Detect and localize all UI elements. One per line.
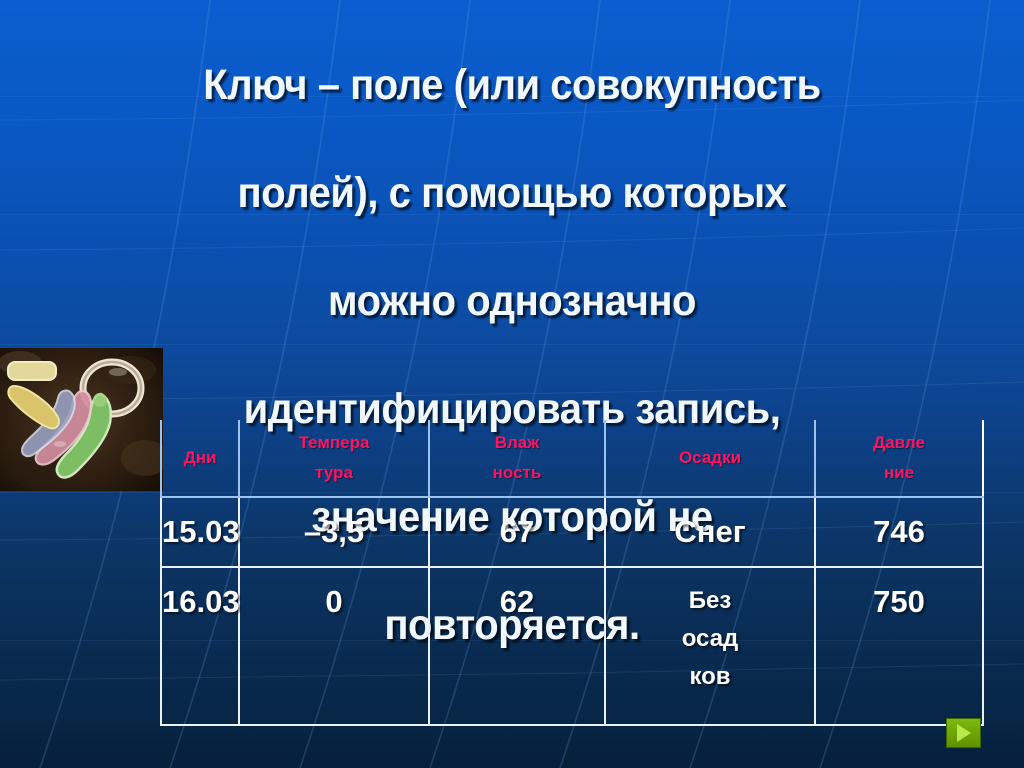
table-header-pressure-line1: Давле bbox=[873, 433, 925, 452]
play-triangle-icon bbox=[956, 724, 971, 742]
table-header-pressure-line2: ние bbox=[883, 463, 915, 482]
cell-precipitation-2-line3: ков bbox=[689, 663, 731, 690]
table-header-temperature-line2: тура bbox=[315, 463, 353, 482]
table-header-temperature: Темпера тура bbox=[239, 420, 430, 498]
cell-precipitation-2: Без осад ков bbox=[605, 567, 816, 726]
table-header-precipitation-line1: Осадки bbox=[678, 448, 742, 467]
table-row: 16.03 0 62 Без осад ков 750 bbox=[160, 567, 984, 726]
cell-temperature-2: 0 bbox=[239, 567, 430, 726]
next-slide-button[interactable] bbox=[946, 718, 981, 748]
table-header-days-line1: Дни bbox=[183, 448, 217, 467]
cell-temperature-1: –3,5 bbox=[239, 497, 430, 568]
table-header-pressure: Давле ние bbox=[815, 420, 984, 498]
cell-humidity-2: 62 bbox=[429, 567, 606, 726]
cell-day-2: 16.03 bbox=[160, 567, 240, 726]
table-header-humidity-line1: Влаж bbox=[494, 433, 540, 452]
title-line-3: можно однозначно bbox=[328, 277, 696, 325]
weather-table: Дни Темпера тура Влаж ность Осадки Давле bbox=[160, 420, 984, 726]
cell-humidity-1: 67 bbox=[429, 497, 606, 568]
table-header-days: Дни bbox=[160, 420, 240, 498]
cell-day-1: 15.03 bbox=[160, 497, 240, 568]
table-header-row: Дни Темпера тура Влаж ность Осадки Давле bbox=[160, 420, 984, 498]
table-header-humidity-line2: ность bbox=[492, 463, 542, 482]
cell-pressure-1: 746 bbox=[815, 497, 984, 568]
slide: Ключ – поле (или совокупность полей), с … bbox=[0, 0, 1024, 768]
cell-precipitation-2-line2: осад bbox=[681, 625, 739, 652]
table-header-temperature-line1: Темпера bbox=[298, 433, 370, 452]
cell-precipitation-1: Снег bbox=[605, 497, 816, 568]
title-line-1: Ключ – поле (или совокупность bbox=[203, 61, 821, 109]
table-row: 15.03 –3,5 67 Снег 746 bbox=[160, 497, 984, 568]
table-header-precipitation: Осадки bbox=[605, 420, 816, 498]
keys-photo bbox=[0, 348, 163, 491]
cell-precipitation-2-line1: Без bbox=[688, 587, 732, 614]
table-header-humidity: Влаж ность bbox=[429, 420, 606, 498]
cell-pressure-2: 750 bbox=[815, 567, 984, 726]
title-line-2: полей), с помощью которых bbox=[237, 169, 787, 217]
